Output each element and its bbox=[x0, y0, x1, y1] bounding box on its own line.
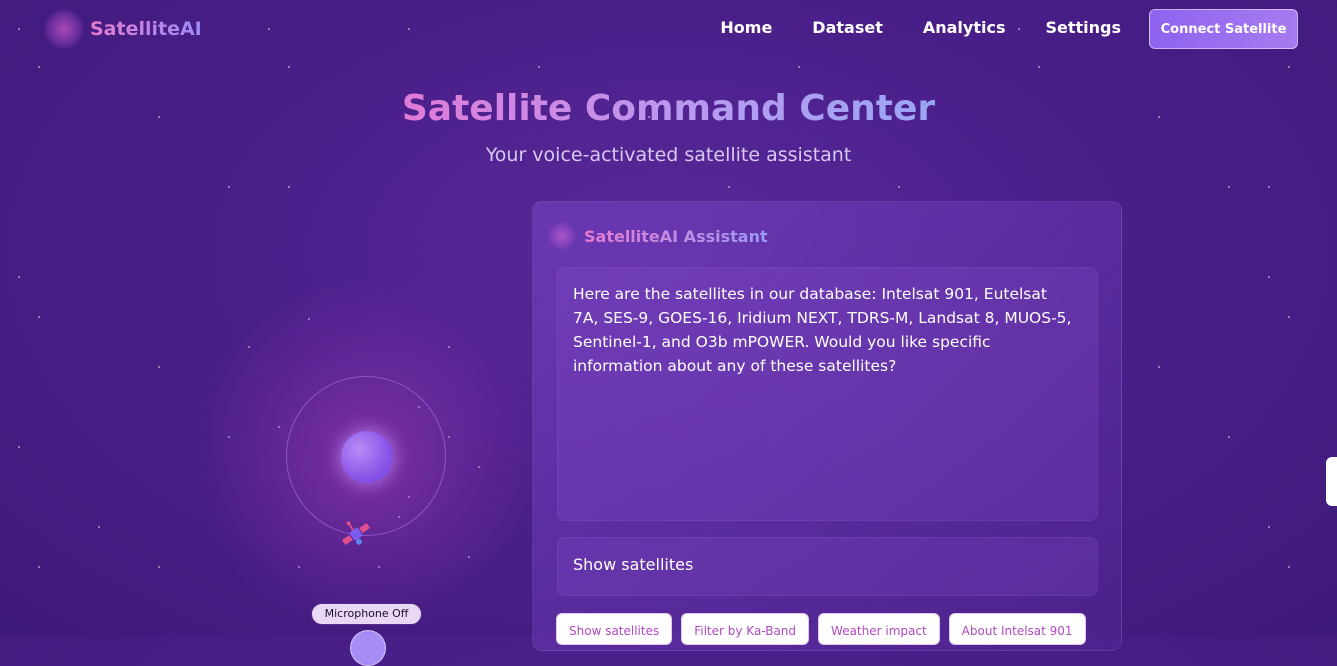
assistant-header: SatelliteAI Assistant bbox=[548, 222, 768, 250]
star bbox=[798, 66, 800, 68]
satellite-icon bbox=[341, 521, 371, 546]
suggestion-chips: Show satellites Filter by Ka-Band Weathe… bbox=[556, 613, 1086, 645]
star bbox=[898, 186, 900, 188]
page-title: Satellite Command Center bbox=[0, 88, 1337, 129]
assistant-title: SatelliteAI Assistant bbox=[584, 226, 768, 246]
voice-orb-icon[interactable] bbox=[341, 431, 393, 483]
star bbox=[38, 566, 40, 568]
main-nav: Home Dataset Analytics Settings bbox=[720, 18, 1121, 37]
assistant-message: Here are the satellites in our database:… bbox=[573, 285, 1072, 375]
page-title-text: Satellite Command Center bbox=[401, 88, 936, 129]
star bbox=[1228, 186, 1230, 188]
star bbox=[98, 526, 100, 528]
star bbox=[1288, 66, 1290, 68]
brand-name: SatelliteAI bbox=[90, 18, 202, 40]
star bbox=[1268, 186, 1270, 188]
brand-logo[interactable]: SatelliteAI bbox=[44, 9, 202, 49]
star bbox=[538, 66, 540, 68]
star bbox=[288, 186, 290, 188]
page-subtitle: Your voice-activated satellite assistant bbox=[485, 144, 852, 166]
nav-analytics[interactable]: Analytics bbox=[923, 18, 1006, 37]
star bbox=[288, 66, 290, 68]
nav-dataset[interactable]: Dataset bbox=[812, 18, 883, 37]
suggestion-about-intelsat[interactable]: About Intelsat 901 bbox=[948, 613, 1086, 645]
star bbox=[1038, 66, 1040, 68]
top-navbar: SatelliteAI Home Dataset Analytics Setti… bbox=[0, 0, 1337, 58]
connect-satellite-button[interactable]: Connect Satellite bbox=[1149, 9, 1298, 49]
star bbox=[228, 186, 230, 188]
suggestion-weather-impact[interactable]: Weather impact bbox=[818, 613, 940, 645]
suggestion-filter-ka-band[interactable]: Filter by Ka-Band bbox=[681, 613, 810, 645]
star bbox=[38, 316, 40, 318]
last-command-text: Show satellites bbox=[573, 555, 694, 574]
star bbox=[18, 446, 20, 448]
nav-home[interactable]: Home bbox=[720, 18, 772, 37]
star bbox=[1158, 366, 1160, 368]
logo-orb-icon bbox=[44, 9, 84, 49]
suggestion-show-satellites[interactable]: Show satellites bbox=[556, 613, 673, 645]
star bbox=[1268, 526, 1270, 528]
side-drawer-tab[interactable] bbox=[1326, 457, 1337, 506]
nav-settings[interactable]: Settings bbox=[1045, 18, 1121, 37]
microphone-status-badge: Microphone Off bbox=[311, 603, 422, 625]
star bbox=[728, 186, 730, 188]
star bbox=[1288, 566, 1290, 568]
star bbox=[1288, 316, 1290, 318]
star bbox=[158, 566, 160, 568]
star bbox=[18, 276, 20, 278]
star bbox=[1268, 276, 1270, 278]
star bbox=[1228, 436, 1230, 438]
microphone-button[interactable] bbox=[350, 630, 386, 666]
star bbox=[38, 66, 40, 68]
assistant-avatar-icon bbox=[548, 222, 576, 250]
star bbox=[158, 366, 160, 368]
